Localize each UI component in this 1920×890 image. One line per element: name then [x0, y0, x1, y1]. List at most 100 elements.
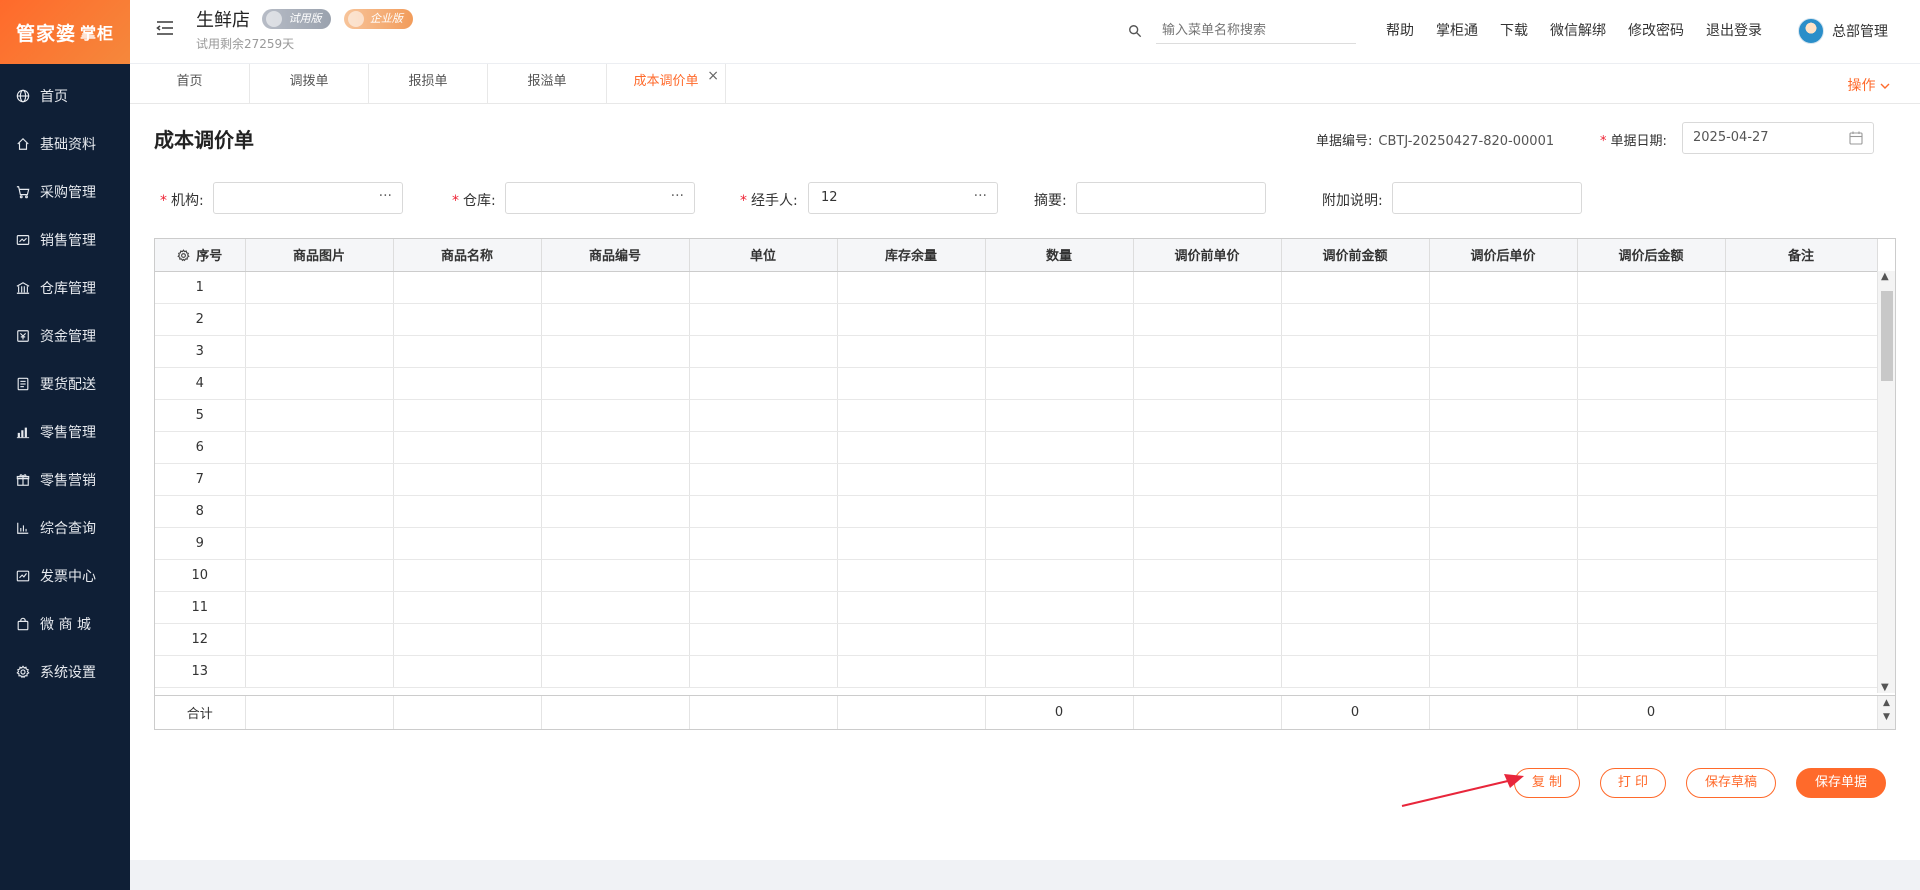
table-cell[interactable] [1133, 463, 1282, 496]
menu-toggle-icon[interactable] [156, 20, 174, 36]
table-cell[interactable] [541, 463, 690, 496]
table-row[interactable]: 12 [155, 623, 1878, 656]
scrollbar-thumb[interactable] [1881, 291, 1893, 381]
table-cell[interactable] [1281, 303, 1430, 336]
table-cell[interactable] [1281, 271, 1430, 304]
table-cell[interactable] [1577, 527, 1726, 560]
sidebar-item-mall[interactable]: 微 商 城 [0, 600, 130, 648]
sidebar-item-funds[interactable]: 资金管理 [0, 312, 130, 360]
table-cell[interactable] [245, 591, 394, 624]
table-cell[interactable] [245, 271, 394, 304]
sidebar-item-home[interactable]: 首页 [0, 72, 130, 120]
table-cell[interactable] [985, 591, 1134, 624]
table-cell[interactable] [985, 559, 1134, 592]
table-cell[interactable] [1725, 463, 1878, 496]
table-cell[interactable] [837, 399, 986, 432]
table-cell[interactable] [1429, 559, 1578, 592]
table-cell[interactable] [1429, 463, 1578, 496]
table-cell[interactable] [837, 559, 986, 592]
table-cell[interactable] [1281, 655, 1430, 688]
table-cell[interactable] [985, 431, 1134, 464]
search-icon[interactable] [1128, 24, 1142, 38]
table-cell[interactable] [1725, 399, 1878, 432]
logout-link[interactable]: 退出登录 [1706, 20, 1762, 40]
table-cell[interactable] [1281, 463, 1430, 496]
table-cell[interactable] [985, 463, 1134, 496]
zhanggui-link[interactable]: 掌柜通 [1436, 20, 1478, 40]
table-cell[interactable] [393, 399, 542, 432]
table-cell[interactable] [837, 655, 986, 688]
table-cell[interactable] [1281, 527, 1430, 560]
table-cell[interactable] [245, 655, 394, 688]
table-cell[interactable] [393, 367, 542, 400]
table-cell[interactable] [689, 303, 838, 336]
table-cell[interactable] [393, 559, 542, 592]
table-row[interactable]: 11 [155, 591, 1878, 624]
table-cell[interactable] [541, 655, 690, 688]
table-cell[interactable] [1429, 399, 1578, 432]
table-cell[interactable] [689, 367, 838, 400]
table-cell[interactable] [837, 463, 986, 496]
table-cell[interactable] [1725, 591, 1878, 624]
table-cell[interactable] [245, 623, 394, 656]
table-cell[interactable] [1133, 431, 1282, 464]
table-cell[interactable] [245, 399, 394, 432]
table-cell[interactable] [1577, 399, 1726, 432]
table-cell[interactable] [1725, 335, 1878, 368]
print-button[interactable]: 打 印 [1600, 768, 1666, 798]
sidebar-item-sales[interactable]: 销售管理 [0, 216, 130, 264]
table-cell[interactable] [689, 527, 838, 560]
table-cell[interactable] [1577, 303, 1726, 336]
summary-field[interactable] [1076, 182, 1266, 214]
table-cell[interactable] [1577, 559, 1726, 592]
tab-overflow-report[interactable]: 报溢单 [488, 64, 607, 104]
table-cell[interactable] [541, 559, 690, 592]
table-cell[interactable] [689, 623, 838, 656]
scroll-up-icon[interactable]: ▲ [1881, 271, 1889, 282]
table-cell[interactable] [393, 303, 542, 336]
table-cell[interactable] [1133, 527, 1282, 560]
table-cell[interactable] [1281, 367, 1430, 400]
more-icon[interactable]: ··· [974, 181, 987, 211]
table-cell[interactable] [1133, 271, 1282, 304]
table-cell[interactable] [541, 591, 690, 624]
sidebar-item-delivery[interactable]: 要货配送 [0, 360, 130, 408]
table-cell[interactable] [1577, 271, 1726, 304]
table-row[interactable]: 7 [155, 463, 1878, 496]
table-cell[interactable] [541, 367, 690, 400]
search-input[interactable] [1156, 18, 1356, 44]
note-field[interactable] [1392, 182, 1582, 214]
table-cell[interactable] [1725, 271, 1878, 304]
table-cell[interactable] [1281, 495, 1430, 528]
table-cell[interactable] [1133, 591, 1282, 624]
warehouse-field[interactable]: ··· [505, 182, 695, 214]
sidebar-item-settings[interactable]: 系统设置 [0, 648, 130, 696]
col-seq[interactable]: 序号 [155, 239, 246, 272]
table-cell[interactable] [393, 463, 542, 496]
table-row[interactable]: 3 [155, 335, 1878, 368]
table-cell[interactable] [1429, 591, 1578, 624]
table-cell[interactable] [689, 399, 838, 432]
save-button[interactable]: 保存单据 [1796, 768, 1886, 798]
table-cell[interactable] [393, 495, 542, 528]
more-icon[interactable]: ··· [671, 181, 684, 211]
table-cell[interactable] [689, 495, 838, 528]
table-cell[interactable] [1133, 303, 1282, 336]
table-cell[interactable] [837, 591, 986, 624]
change-password-link[interactable]: 修改密码 [1628, 20, 1684, 40]
scroll-down-icon[interactable]: ▼ [1883, 712, 1890, 722]
table-cell[interactable] [985, 495, 1134, 528]
table-cell[interactable] [1577, 623, 1726, 656]
tab-cost-adjust[interactable]: 成本调价单 × [607, 64, 726, 104]
table-cell[interactable] [1577, 367, 1726, 400]
save-draft-button[interactable]: 保存草稿 [1686, 768, 1776, 798]
table-cell[interactable] [245, 527, 394, 560]
table-cell[interactable] [689, 431, 838, 464]
sidebar-item-marketing[interactable]: 零售营销 [0, 456, 130, 504]
org-field[interactable]: ··· [213, 182, 403, 214]
table-row[interactable]: 8 [155, 495, 1878, 528]
table-cell[interactable] [1429, 623, 1578, 656]
table-cell[interactable] [541, 495, 690, 528]
table-cell[interactable] [985, 399, 1134, 432]
table-cell[interactable] [1133, 399, 1282, 432]
